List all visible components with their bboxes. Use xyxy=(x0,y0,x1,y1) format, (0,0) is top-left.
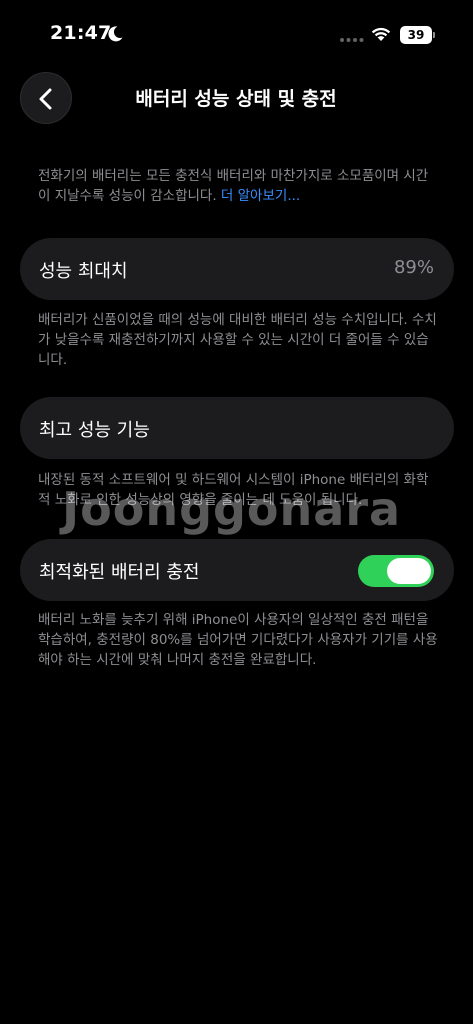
moon-icon xyxy=(108,26,123,42)
status-bar: 21:47 39 xyxy=(0,0,473,70)
optimized-charging-description: 배터리 노화를 늦추기 위해 iPhone이 사용자의 일상적인 충전 패턴을 … xyxy=(38,612,438,668)
status-time: 21:47 xyxy=(50,22,112,44)
optimized-charging-toggle[interactable] xyxy=(358,555,434,587)
optimized-charging-row: 최적화된 배터리 충전 xyxy=(20,539,454,601)
max-capacity-label: 성능 최대치 xyxy=(39,261,128,282)
max-capacity-description: 배터리가 신품이었을 때의 성능에 대비한 배터리 성능 수치입니다. 수치가 … xyxy=(38,312,437,368)
learn-more-link[interactable]: 더 알아보기... xyxy=(221,188,300,204)
optimized-charging-label: 최적화된 배터리 충전 xyxy=(39,562,200,583)
peak-performance-label: 최고 성능 기능 xyxy=(39,420,150,441)
max-capacity-row: 성능 최대치 89% xyxy=(20,238,454,300)
peak-performance-row[interactable]: 최고 성능 기능 xyxy=(20,397,454,459)
chevron-left-icon xyxy=(39,88,52,110)
battery-nub xyxy=(433,32,435,38)
intro-text: 전화기의 배터리는 모든 충전식 배터리와 마찬가지로 소모품이며 시간이 지날… xyxy=(38,166,438,206)
page-title: 배터리 성능 상태 및 충전 xyxy=(135,88,337,110)
back-button[interactable] xyxy=(20,72,72,124)
wifi-icon xyxy=(371,27,391,41)
toggle-knob xyxy=(387,558,431,584)
peak-performance-description: 내장된 동적 소프트웨어 및 하드웨어 시스템이 iPhone 배터리의 화학적… xyxy=(38,472,429,508)
signal-dots-icon xyxy=(340,38,364,42)
max-capacity-value: 89% xyxy=(393,257,434,278)
battery-icon: 39 xyxy=(400,26,432,44)
